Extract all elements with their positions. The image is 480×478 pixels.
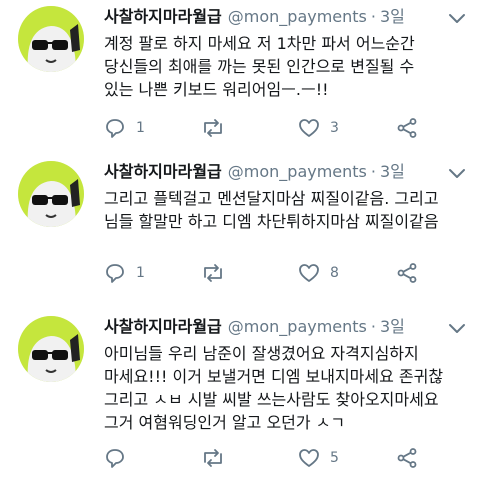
avatar[interactable] <box>18 316 84 382</box>
avatar[interactable] <box>18 161 84 227</box>
tweet-header: 사찰하지마라월급 @mon_payments · 3일 <box>104 316 405 338</box>
reply-icon <box>106 119 124 138</box>
tweet-text-line: 님들 할말만 하고 디엠 차단튀하지마삼 찌질이같음 <box>104 212 439 231</box>
like-count: 5 <box>330 450 339 466</box>
tweet[interactable]: 사찰하지마라월급 @mon_payments · 3일 그리고 플텍걸고 멘션달지마삼… <box>0 155 480 310</box>
chevron-down-icon[interactable] <box>446 320 468 336</box>
reply-icon <box>106 264 124 283</box>
separator: · <box>370 317 376 336</box>
user-handle[interactable]: @mon_payments <box>228 7 367 26</box>
timestamp[interactable]: 3일 <box>380 7 405 26</box>
reply-button[interactable]: 1 <box>104 116 145 140</box>
display-name[interactable]: 사찰하지마라월급 <box>104 317 222 336</box>
separator: · <box>370 7 376 26</box>
tweet[interactable]: 사찰하지마라월급 @mon_payments · 3일 계정 팔로 하지 마세요 저 … <box>0 0 480 155</box>
like-button[interactable]: 3 <box>298 116 339 140</box>
share-icon <box>397 263 417 283</box>
retweet-button[interactable] <box>200 261 236 285</box>
like-button[interactable]: 8 <box>298 261 339 285</box>
tweet-text-line: 당신들의 최애를 까는 못된 인간으로 변질될 수 <box>104 57 415 76</box>
tweet-actions: 1 3 <box>104 116 474 140</box>
tweet-text-line: 아미님들 우리 남준이 잘생겼어요 자격지심하지 <box>104 344 419 363</box>
retweet-button[interactable] <box>200 446 236 470</box>
avatar[interactable] <box>18 6 84 72</box>
user-handle[interactable]: @mon_payments <box>228 317 367 336</box>
chevron-down-icon[interactable] <box>446 10 468 26</box>
tweet-actions: 5 <box>104 446 474 470</box>
heart-icon <box>299 119 319 137</box>
display-name[interactable]: 사찰하지마라월급 <box>104 162 222 181</box>
reply-count: 1 <box>136 265 145 281</box>
share-button[interactable] <box>396 116 418 140</box>
tweet-text-line: 그거 여혐워딩인거 알고 오던가 ㅅㄱ <box>104 413 346 432</box>
tweet-actions: 1 8 <box>104 261 474 285</box>
share-icon <box>397 118 417 138</box>
retweet-icon <box>204 264 222 282</box>
retweet-icon <box>204 449 222 467</box>
share-icon <box>397 448 417 468</box>
reply-count: 1 <box>136 120 145 136</box>
timestamp[interactable]: 3일 <box>380 317 405 336</box>
retweet-icon <box>204 119 222 137</box>
tweet-header: 사찰하지마라월급 @mon_payments · 3일 <box>104 6 405 28</box>
tweet-text: 아미님들 우리 남준이 잘생겼어요 자격지심하지 마세요!!! 이거 보낼거면 … <box>104 342 474 434</box>
tweet-text-line: 있는 나쁜 키보드 워리어임ㅡ.ㅡ!! <box>104 80 329 99</box>
tweet-text-line: 그리고 플텍걸고 멘션달지마삼 찌질이같음. 그리고 <box>104 189 439 208</box>
like-count: 3 <box>330 120 339 136</box>
ghost-sunglasses-avatar-icon <box>18 6 84 72</box>
user-handle[interactable]: @mon_payments <box>228 162 367 181</box>
tweet-text: 계정 팔로 하지 마세요 저 1차만 파서 어느순간 당신들의 최애를 까는 못… <box>104 32 474 101</box>
tweet-text-line: 계정 팔로 하지 마세요 저 1차만 파서 어느순간 <box>104 34 415 53</box>
tweet-text-line: 마세요!!! 이거 보낼거면 디엠 보내지마세요 존귀찮 <box>104 367 444 386</box>
heart-icon <box>299 449 319 467</box>
tweet-text-line: 그리고 ㅅㅂ 시발 씨발 쓰는사람도 찾아오지마세요 <box>104 390 439 409</box>
ghost-sunglasses-avatar-icon <box>18 161 84 227</box>
reply-button[interactable] <box>104 446 136 470</box>
retweet-button[interactable] <box>200 116 236 140</box>
like-button[interactable]: 5 <box>298 446 339 470</box>
timestamp[interactable]: 3일 <box>380 162 405 181</box>
ghost-sunglasses-avatar-icon <box>18 316 84 382</box>
like-count: 8 <box>330 265 339 281</box>
display-name[interactable]: 사찰하지마라월급 <box>104 7 222 26</box>
tweet-text: 그리고 플텍걸고 멘션달지마삼 찌질이같음. 그리고 님들 할말만 하고 디엠 … <box>104 187 474 233</box>
share-button[interactable] <box>396 261 418 285</box>
heart-icon <box>299 264 319 282</box>
reply-icon <box>106 449 124 468</box>
separator: · <box>370 162 376 181</box>
tweet-header: 사찰하지마라월급 @mon_payments · 3일 <box>104 161 405 183</box>
chevron-down-icon[interactable] <box>446 165 468 181</box>
share-button[interactable] <box>396 446 418 470</box>
tweet[interactable]: 사찰하지마라월급 @mon_payments · 3일 아미님들 우리 남준이 잘생겼… <box>0 310 480 478</box>
reply-button[interactable]: 1 <box>104 261 145 285</box>
